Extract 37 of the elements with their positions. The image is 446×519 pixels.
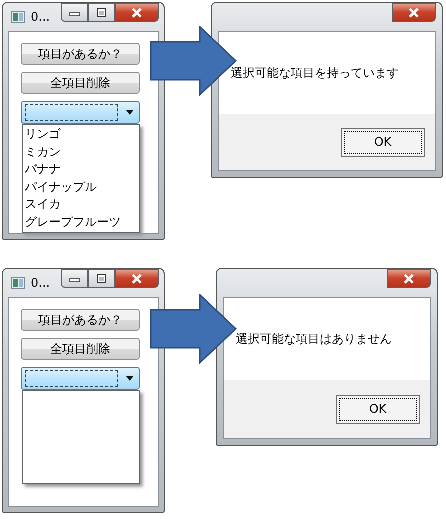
window-title: 0... — [31, 276, 50, 290]
push-button[interactable]: 項目があるか？ — [21, 43, 140, 65]
close-button[interactable] — [115, 3, 159, 22]
list-item[interactable]: スイカ — [25, 196, 137, 214]
dropdown-arrow-icon — [126, 110, 134, 115]
window-title: 0... — [31, 10, 50, 24]
list-item[interactable]: パイナップル — [25, 178, 137, 196]
right-arrow-icon — [150, 294, 238, 364]
dropdown-arrow-icon — [126, 376, 134, 381]
close-button[interactable] — [392, 3, 436, 22]
maximize-icon — [96, 274, 108, 284]
list-item[interactable]: バナナ — [25, 161, 137, 178]
close-icon — [130, 8, 144, 18]
maximize-button[interactable] — [88, 3, 115, 22]
maximize-icon — [96, 8, 108, 18]
ok-button[interactable]: OK — [341, 128, 425, 156]
message-text: 選択可能な項目を持っています — [231, 64, 399, 82]
combo-box[interactable] — [21, 101, 140, 124]
list-item[interactable]: グレープフルーツ — [25, 214, 137, 231]
push-button[interactable]: 全項目削除 — [21, 338, 140, 360]
minimize-button[interactable] — [61, 269, 88, 288]
close-icon — [407, 8, 421, 18]
close-button[interactable] — [387, 269, 431, 288]
list-item[interactable]: ミカン — [25, 144, 137, 161]
combo-box[interactable] — [21, 367, 140, 390]
message-text: 選択可能な項目はありません — [236, 330, 392, 348]
close-icon — [402, 274, 416, 284]
close-icon — [130, 274, 144, 284]
maximize-button[interactable] — [88, 269, 115, 288]
list-item[interactable]: リンゴ — [25, 126, 137, 144]
push-button[interactable]: 項目があるか？ — [21, 309, 140, 331]
minimize-button[interactable] — [61, 3, 88, 22]
app-icon — [11, 11, 25, 23]
ok-button[interactable]: OK — [336, 394, 420, 424]
push-button[interactable]: 全項目削除 — [21, 72, 140, 94]
close-button[interactable] — [115, 269, 159, 288]
app-icon — [11, 277, 25, 289]
